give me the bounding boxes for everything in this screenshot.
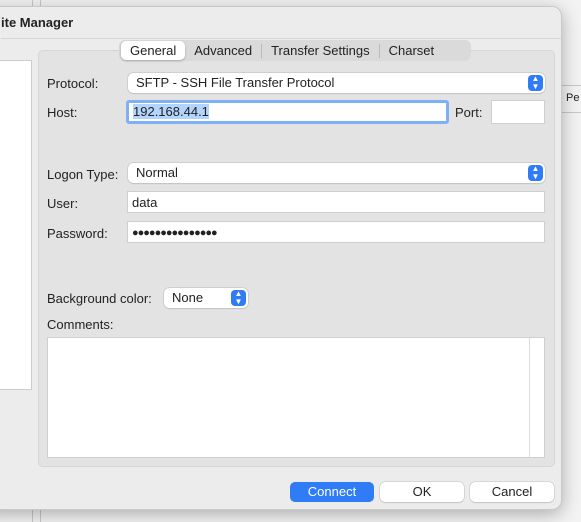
bg-divider bbox=[560, 85, 581, 86]
port-input[interactable] bbox=[491, 100, 545, 124]
comments-label: Comments: bbox=[47, 317, 114, 332]
title-separator bbox=[1, 38, 561, 39]
host-input[interactable]: 192.168.44.1 bbox=[126, 100, 449, 124]
protocol-select[interactable]: SFTP - SSH File Transfer Protocol ▲ ▼ bbox=[128, 73, 545, 93]
protocol-label: Protocol: bbox=[47, 76, 99, 91]
bg-divider bbox=[560, 112, 581, 113]
comments-textarea[interactable] bbox=[47, 337, 545, 458]
tab-charset[interactable]: Charset bbox=[380, 41, 444, 60]
background-color-select[interactable]: None ▲ ▼ bbox=[164, 288, 248, 308]
chevron-updown-icon: ▲ ▼ bbox=[231, 290, 246, 306]
port-label: Port: bbox=[455, 105, 483, 120]
site-tree[interactable] bbox=[0, 60, 32, 390]
background-color-value: None bbox=[172, 290, 204, 305]
window-title: ite Manager bbox=[1, 15, 74, 30]
bg-column-header: Pe bbox=[566, 92, 580, 104]
protocol-value: SFTP - SSH File Transfer Protocol bbox=[136, 75, 335, 90]
chevron-updown-icon: ▲ ▼ bbox=[528, 75, 543, 91]
chevron-updown-icon: ▲ ▼ bbox=[528, 165, 543, 181]
host-value: 192.168.44.1 bbox=[133, 104, 209, 119]
comments-scrollbar[interactable] bbox=[529, 338, 530, 457]
connect-button[interactable]: Connect bbox=[290, 482, 374, 502]
tab-advanced[interactable]: Advanced bbox=[185, 41, 261, 60]
user-input[interactable]: data bbox=[127, 191, 545, 213]
user-label: User: bbox=[47, 196, 79, 211]
tab-transfer-settings[interactable]: Transfer Settings bbox=[261, 43, 380, 58]
cancel-button[interactable]: Cancel bbox=[470, 482, 554, 502]
password-label: Password: bbox=[47, 226, 108, 241]
tab-general[interactable]: General bbox=[121, 41, 186, 60]
background-color-label: Background color: bbox=[47, 291, 152, 306]
logon-type-label: Logon Type: bbox=[47, 167, 119, 182]
tab-bar: General Advanced Transfer Settings Chars… bbox=[119, 40, 471, 61]
host-label: Host: bbox=[47, 105, 78, 120]
ok-button[interactable]: OK bbox=[380, 482, 464, 502]
logon-type-value: Normal bbox=[136, 165, 178, 180]
password-input[interactable]: ●●●●●●●●●●●●●●● bbox=[127, 221, 545, 243]
logon-type-select[interactable]: Normal ▲ ▼ bbox=[128, 163, 545, 183]
